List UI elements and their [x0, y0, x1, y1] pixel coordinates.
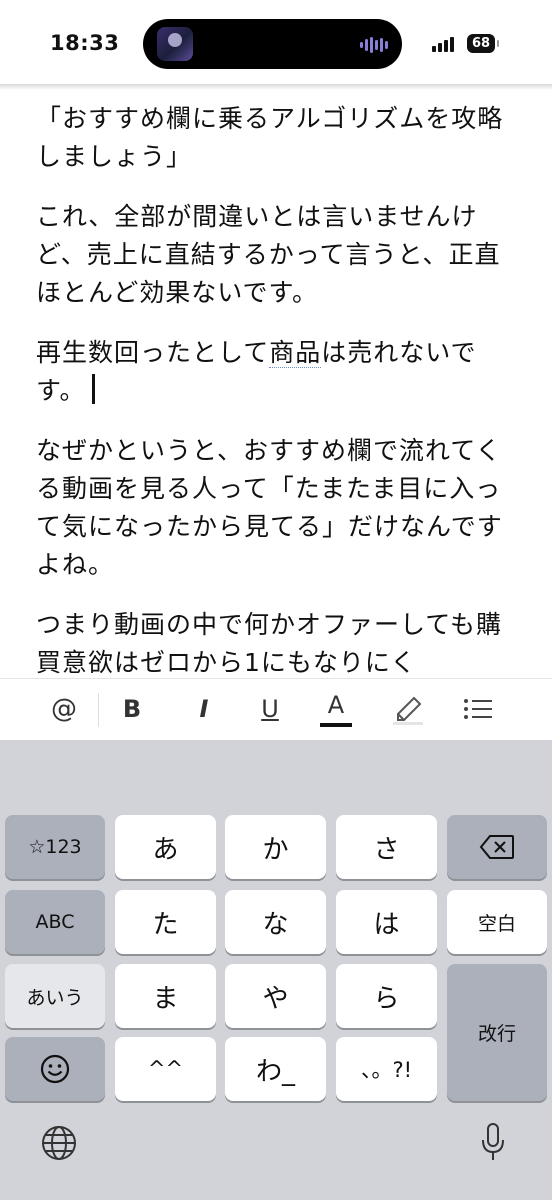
battery-icon: 68	[467, 34, 499, 53]
note-editor[interactable]: 「おすすめ欄に乗るアルゴリズムを攻略しましょう」 これ、全部が間違いとは言いませ…	[36, 100, 516, 678]
microphone-icon[interactable]	[475, 1120, 511, 1166]
audio-waveform-icon	[360, 36, 388, 54]
emoji-icon	[40, 1054, 70, 1084]
paragraph-4[interactable]: なぜかというと、おすすめ欄で流れてくる動画を見る人って「たまたま目に入って気にな…	[36, 432, 516, 584]
list-icon[interactable]	[460, 689, 496, 729]
now-playing-artwork[interactable]	[157, 27, 193, 61]
highlight-icon[interactable]	[388, 689, 428, 729]
underline-button[interactable]: U	[252, 689, 288, 729]
status-time: 18:33	[50, 31, 120, 55]
cellular-signal-icon	[432, 37, 454, 52]
dakuten-key[interactable]: ^^	[115, 1037, 216, 1101]
delete-icon	[479, 835, 514, 859]
paragraph-1[interactable]: 「おすすめ欄に乗るアルゴリズムを攻略しましょう」	[36, 100, 516, 176]
emoji-key[interactable]	[5, 1037, 105, 1101]
toolbar-divider	[98, 693, 99, 727]
format-toolbar: @ B I U A	[0, 678, 552, 741]
text-color-swatch	[320, 723, 352, 727]
kana-mode-key[interactable]: あいう	[5, 964, 105, 1028]
text-color-letter: A	[327, 691, 345, 719]
kana-key-ta[interactable]: た	[115, 890, 216, 954]
japanese-keyboard: ☆123 ABC あいう あ か さ た な は ま や ら ^^ わ_ 、。?…	[0, 740, 552, 1200]
globe-icon[interactable]	[38, 1122, 80, 1164]
abc-mode-key[interactable]: ABC	[5, 890, 105, 954]
status-bar: 18:33 68	[0, 0, 552, 84]
numbers-mode-key[interactable]: ☆123	[5, 815, 105, 879]
kana-key-sa[interactable]: さ	[336, 815, 437, 879]
kana-key-a[interactable]: あ	[115, 815, 216, 879]
kana-key-ka[interactable]: か	[225, 815, 326, 879]
kana-key-ya[interactable]: や	[225, 964, 326, 1028]
header-divider	[0, 84, 552, 90]
bold-button[interactable]: B	[114, 689, 150, 729]
kana-key-ha[interactable]: は	[336, 890, 437, 954]
paragraph-3[interactable]: 再生数回ったとして商品は売れないです。	[36, 334, 516, 410]
paragraph-5[interactable]: つまり動画の中で何かオファーしても購買意欲はゼロから1にもなりにく	[36, 606, 516, 678]
italic-button[interactable]: I	[186, 689, 222, 729]
paragraph-3-text: 再生数回ったとして	[36, 338, 270, 367]
paragraph-2[interactable]: これ、全部が間違いとは言いませんけど、売上に直結するかって言うと、正直ほとんど効…	[36, 198, 516, 312]
kana-key-ra[interactable]: ら	[336, 964, 437, 1028]
spellcheck-underlined-word[interactable]: 商品	[269, 338, 322, 368]
kana-key-wa[interactable]: わ_	[225, 1037, 326, 1101]
return-key[interactable]: 改行	[447, 964, 547, 1101]
mention-button[interactable]: @	[44, 689, 84, 729]
punctuation-key[interactable]: 、。?!	[336, 1037, 437, 1101]
text-color-button[interactable]: A	[318, 689, 354, 729]
kana-key-na[interactable]: な	[225, 890, 326, 954]
dynamic-island[interactable]	[143, 19, 402, 69]
delete-key[interactable]	[447, 815, 547, 879]
kana-key-ma[interactable]: ま	[115, 964, 216, 1028]
text-cursor	[91, 374, 95, 404]
space-key[interactable]: 空白	[447, 890, 547, 954]
